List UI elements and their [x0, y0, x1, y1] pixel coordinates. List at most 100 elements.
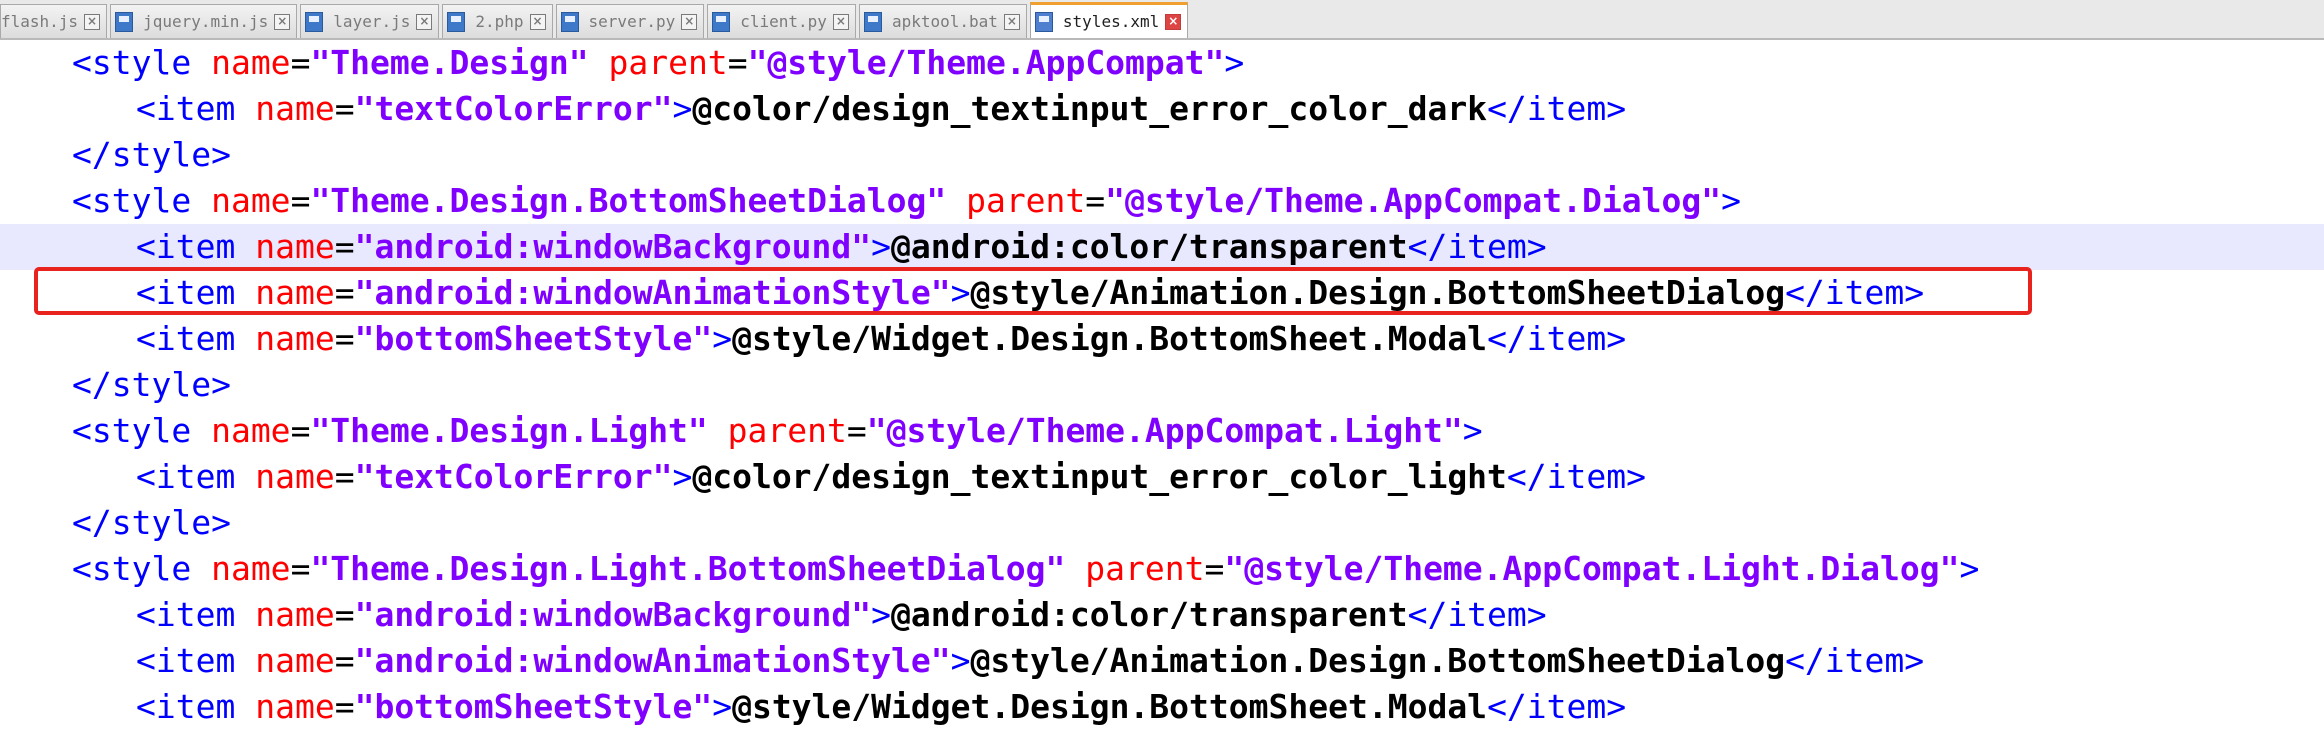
- code-token: "android:windowBackground": [354, 227, 872, 266]
- code-token: "@style/Theme.AppCompat.Light": [866, 411, 1463, 450]
- code-token: @android:color/transparent: [891, 595, 1408, 634]
- tab-label: 2.php: [475, 12, 524, 31]
- code-line[interactable]: <style name="Theme.Design.BottomSheetDia…: [0, 178, 2324, 224]
- code-token: </item>: [1407, 595, 1547, 634]
- code-line[interactable]: <item name="bottomSheetStyle">@style/Wid…: [0, 316, 2324, 362]
- code-token: @android:color/transparent: [891, 227, 1408, 266]
- code-line[interactable]: <item name="bottomSheetStyle">@style/Wid…: [0, 684, 2324, 730]
- code-line[interactable]: <style name="Theme.Design" parent="@styl…: [0, 40, 2324, 86]
- code-token: >: [672, 89, 693, 128]
- code-token: @color/design_textinput_error_color_ligh…: [692, 457, 1507, 496]
- close-tab-icon[interactable]: ×: [529, 13, 546, 30]
- code-token: @style/Animation.Design.BottomSheetDialo…: [970, 641, 1786, 680]
- code-token: >: [1462, 411, 1483, 450]
- close-tab-icon[interactable]: ×: [832, 13, 849, 30]
- code-token: "textColorError": [354, 457, 673, 496]
- code-token: "bottomSheetStyle": [354, 319, 713, 358]
- close-tab-icon[interactable]: ×: [1165, 13, 1182, 30]
- code-token: name: [255, 457, 335, 496]
- file-icon: [115, 11, 134, 32]
- code-token: </style>: [72, 503, 231, 542]
- tab-flash-js[interactable]: flash.js ×: [0, 4, 108, 38]
- code-token: >: [950, 273, 971, 312]
- close-tab-icon[interactable]: ×: [84, 13, 101, 30]
- code-token: >: [1224, 43, 1245, 82]
- tab-label: layer.js: [333, 12, 411, 31]
- tab-label: jquery.min.js: [143, 12, 269, 31]
- close-tab-icon[interactable]: ×: [416, 13, 433, 30]
- code-token: name: [211, 43, 291, 82]
- code-token: name: [255, 89, 335, 128]
- close-tab-icon[interactable]: ×: [1003, 13, 1020, 30]
- file-icon: [863, 11, 882, 32]
- code-token: =: [334, 273, 355, 312]
- close-tab-icon[interactable]: ×: [681, 13, 698, 30]
- code-line[interactable]: </style>: [0, 500, 2324, 546]
- code-line[interactable]: <item name="textColorError">@color/desig…: [0, 86, 2324, 132]
- code-token: </item>: [1487, 687, 1627, 726]
- code-token: <item: [136, 273, 256, 312]
- file-icon: [712, 11, 731, 32]
- code-token: <style: [72, 411, 212, 450]
- code-line[interactable]: <item name="android:windowBackground">@a…: [0, 592, 2324, 638]
- code-token: </item>: [1487, 89, 1627, 128]
- code-token: =: [334, 687, 355, 726]
- code-token: </item>: [1785, 273, 1925, 312]
- code-token: =: [727, 43, 748, 82]
- code-token: >: [1959, 549, 1980, 588]
- tab-bar: flash.js × jquery.min.js × layer.js × 2.php × se…: [0, 0, 2324, 40]
- code-token: >: [871, 227, 892, 266]
- tab-2-php[interactable]: 2.php ×: [442, 4, 553, 38]
- code-token: >: [871, 595, 892, 634]
- code-token: parent: [966, 181, 1086, 220]
- code-token: </item>: [1785, 641, 1925, 680]
- code-line[interactable]: <item name="android:windowBackground">@a…: [0, 224, 2324, 270]
- code-token: "@style/Theme.AppCompat.Light.Dialog": [1224, 549, 1960, 588]
- code-token: <item: [136, 457, 256, 496]
- tab-layer-js[interactable]: layer.js ×: [300, 4, 440, 38]
- code-line[interactable]: <style name="Theme.Design.Light" parent=…: [0, 408, 2324, 454]
- code-token: "@style/Theme.AppCompat": [747, 43, 1225, 82]
- code-token: name: [255, 595, 335, 634]
- code-token: =: [290, 549, 311, 588]
- code-token: name: [255, 687, 335, 726]
- file-icon: [560, 11, 579, 32]
- code-token: </style>: [72, 135, 231, 174]
- code-editor[interactable]: <style name="Theme.Design" parent="@styl…: [0, 40, 2324, 726]
- code-token: "bottomSheetStyle": [354, 687, 713, 726]
- code-token: </item>: [1506, 457, 1646, 496]
- code-token: =: [290, 43, 311, 82]
- code-line[interactable]: </style>: [0, 362, 2324, 408]
- code-line[interactable]: <style name="Theme.Design.Light.BottomSh…: [0, 546, 2324, 592]
- code-token: <item: [136, 595, 256, 634]
- tab-label: server.py: [588, 12, 676, 31]
- code-token: =: [334, 89, 355, 128]
- code-token: name: [255, 319, 335, 358]
- code-line[interactable]: </style>: [0, 132, 2324, 178]
- tab-apktool-bat[interactable]: apktool.bat ×: [858, 4, 1027, 38]
- tab-label: flash.js: [1, 12, 79, 31]
- tab-jquery-min-js[interactable]: jquery.min.js ×: [110, 4, 298, 38]
- code-token: "Theme.Design.Light": [310, 411, 708, 450]
- code-token: "android:windowAnimationStyle": [354, 641, 951, 680]
- tab-client-py[interactable]: client.py ×: [707, 4, 856, 38]
- code-line[interactable]: <item name="android:windowAnimationStyle…: [0, 638, 2324, 684]
- code-token: @style/Widget.Design.BottomSheet.Modal: [732, 687, 1488, 726]
- code-token: name: [255, 641, 335, 680]
- code-token: "@style/Theme.AppCompat.Dialog": [1105, 181, 1722, 220]
- file-icon: [305, 11, 324, 32]
- code-token: >: [950, 641, 971, 680]
- code-token: >: [712, 687, 733, 726]
- code-token: =: [290, 181, 311, 220]
- code-token: @color/design_textinput_error_color_dark: [692, 89, 1488, 128]
- code-token: <item: [136, 227, 256, 266]
- code-token: <item: [136, 89, 256, 128]
- close-tab-icon[interactable]: ×: [274, 13, 291, 30]
- code-token: "android:windowBackground": [354, 595, 872, 634]
- code-line[interactable]: <item name="textColorError">@color/desig…: [0, 454, 2324, 500]
- tab-styles-xml[interactable]: styles.xml ×: [1029, 2, 1189, 38]
- tab-server-py[interactable]: server.py ×: [555, 4, 705, 38]
- code-line[interactable]: <item name="android:windowAnimationStyle…: [0, 270, 2324, 316]
